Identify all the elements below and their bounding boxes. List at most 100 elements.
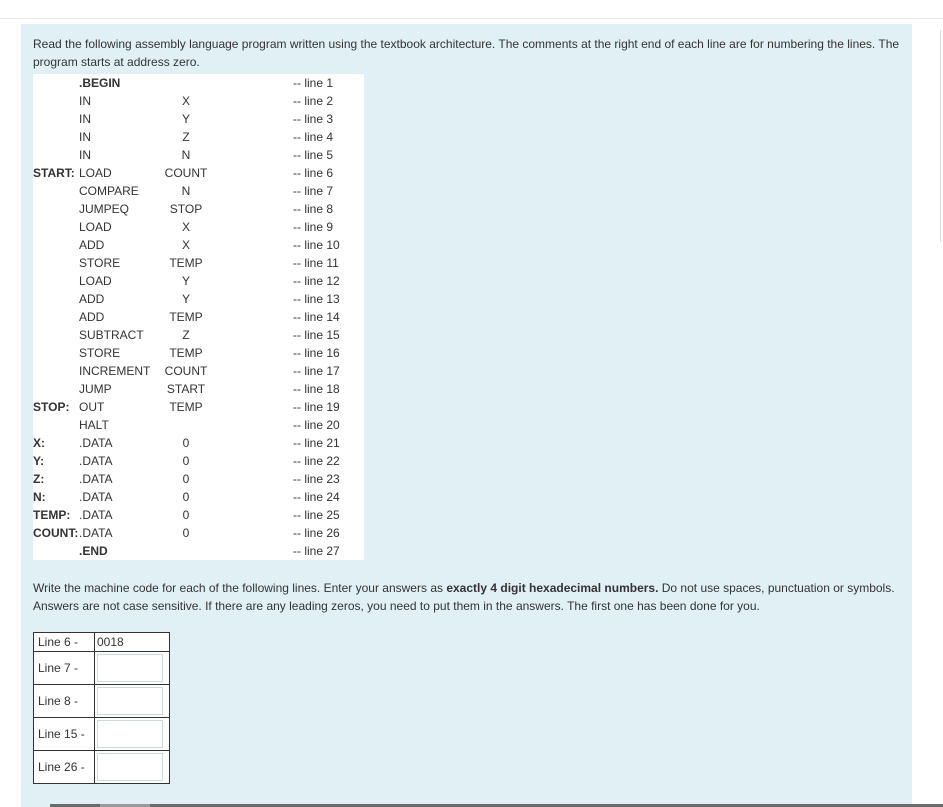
program-operand: Y: [181, 292, 190, 306]
program-opcode: IN: [79, 112, 91, 126]
answer-table: Line 6 -0018 Line 7 - Line 8 - Line 15 - Lin…: [33, 632, 170, 784]
program-row: STORE TEMP -- line 16: [33, 344, 364, 362]
program-opcode: INCREMENT: [79, 364, 151, 378]
program-row: INCREMENT COUNT -- line 17: [33, 362, 364, 380]
program-label: N:: [33, 490, 46, 504]
program-operand: TEMP: [169, 400, 203, 414]
program-label: [33, 128, 79, 146]
program-comment: -- line 9: [293, 220, 334, 234]
program-row: IN Y -- line 3: [33, 110, 364, 128]
program-row: Z: .DATA 0 -- line 23: [33, 470, 364, 488]
program-row: IN X -- line 2: [33, 92, 364, 110]
program-label: TEMP:: [33, 508, 71, 522]
answer-input[interactable]: [97, 720, 163, 748]
program-label: COUNT:: [33, 526, 79, 540]
program-label: [33, 146, 79, 164]
program-label: START:: [33, 166, 75, 180]
program-row: ADD Y -- line 13: [33, 290, 364, 308]
program-comment: -- line 11: [293, 256, 339, 270]
program-label: [33, 326, 79, 344]
program-label: Y:: [33, 454, 45, 468]
program-comment: -- line 2: [293, 94, 334, 108]
program-opcode: SUBTRACT: [79, 328, 144, 342]
program-comment: -- line 13: [293, 292, 340, 306]
answer-row: Line 8 -: [33, 684, 170, 718]
answer-given-value: 0018: [94, 632, 170, 652]
program-row: JUMP START -- line 18: [33, 380, 364, 398]
answer-row: Line 26 -: [33, 750, 170, 784]
program-comment: -- line 18: [293, 382, 340, 396]
program-row: ADD X -- line 10: [33, 236, 364, 254]
program-comment: -- line 26: [293, 526, 340, 540]
program-operand: 0: [182, 508, 190, 522]
program-operand: STOP: [169, 202, 203, 216]
answer-cell: [94, 684, 170, 718]
program-opcode: .DATA: [79, 508, 113, 522]
program-comment: -- line 7: [293, 184, 334, 198]
program-label: [33, 362, 79, 380]
program-opcode: JUMP: [79, 382, 112, 396]
program-comment: -- line 15: [293, 328, 340, 342]
program-row: LOAD X -- line 9: [33, 218, 364, 236]
question-panel: Read the following assembly language pro…: [21, 24, 912, 807]
program-row: COMPARE N -- line 7: [33, 182, 364, 200]
program-row: TEMP: .DATA 0 -- line 25: [33, 506, 364, 524]
program-opcode: ADD: [79, 292, 105, 306]
program-row: START: LOAD COUNT -- line 6: [33, 164, 364, 182]
program-opcode: .DATA: [79, 490, 113, 504]
program-comment: -- line 25: [293, 508, 340, 522]
program-operand: Z: [182, 130, 190, 144]
program-comment: -- line 22: [293, 454, 340, 468]
instructions-emphasis: exactly 4 digit hexadecimal numbers.: [446, 581, 659, 595]
answer-row: Line 7 -: [33, 651, 170, 685]
program-comment: -- line 21: [293, 436, 340, 450]
program-comment: -- line 20: [293, 418, 340, 432]
program-operand: COUNT: [164, 364, 208, 378]
answer-cell: [94, 750, 170, 784]
program-operand: TEMP: [169, 256, 203, 270]
answer-label: Line 26 -: [33, 750, 95, 784]
program-opcode: ADD: [79, 310, 105, 324]
program-opcode: .END: [79, 544, 108, 558]
program-label: [33, 290, 79, 308]
program-operand: START: [166, 382, 206, 396]
program-comment: -- line 19: [293, 400, 340, 414]
program-comment: -- line 8: [293, 202, 334, 216]
program-label: [33, 272, 79, 290]
program-comment: -- line 27: [293, 544, 340, 558]
program-label: [33, 200, 79, 218]
program-operand: [155, 542, 217, 560]
intro-text: Read the following assembly language pro…: [33, 37, 900, 69]
program-operand: 0: [182, 526, 190, 540]
program-comment: -- line 16: [293, 346, 340, 360]
program-row: STORE TEMP -- line 11: [33, 254, 364, 272]
program-comment: -- line 10: [293, 238, 340, 252]
program-label: [33, 236, 79, 254]
program-operand: 0: [182, 454, 190, 468]
answer-label: Line 6 -: [33, 632, 95, 652]
answer-input[interactable]: [97, 654, 163, 682]
program-opcode: IN: [79, 130, 91, 144]
answer-label: Line 7 -: [33, 651, 95, 685]
program-listing: .BEGIN -- line 1 IN X -- line 2 IN Y -- line 3I…: [33, 74, 364, 560]
program-label: [33, 254, 79, 272]
program-label: [33, 92, 79, 110]
answer-cell: [94, 651, 170, 685]
program-comment: -- line 3: [293, 112, 334, 126]
answer-input[interactable]: [97, 753, 163, 781]
program-operand: Y: [181, 274, 190, 288]
program-row: N: .DATA 0 -- line 24: [33, 488, 364, 506]
program-label: [33, 416, 79, 434]
program-row: IN N -- line 5: [33, 146, 364, 164]
program-opcode: LOAD: [79, 166, 112, 180]
program-comment: -- line 6: [293, 166, 334, 180]
program-opcode: STORE: [79, 256, 121, 270]
program-opcode: .BEGIN: [79, 76, 121, 90]
program-label: [33, 218, 79, 236]
program-comment: -- line 5: [293, 148, 334, 162]
program-label: Z:: [33, 472, 45, 486]
program-label: [33, 344, 79, 362]
program-row: JUMPEQ STOP -- line 8: [33, 200, 364, 218]
answer-input[interactable]: [97, 687, 163, 715]
program-label: [33, 380, 79, 398]
